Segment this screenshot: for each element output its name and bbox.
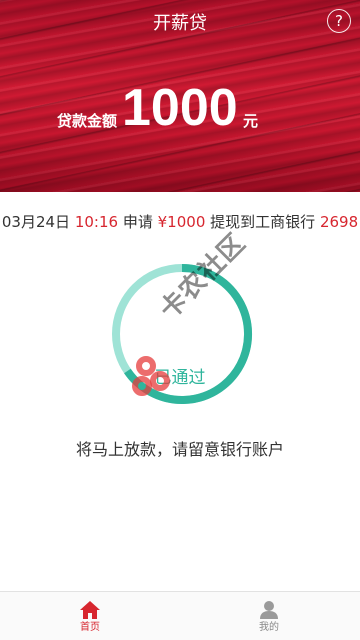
home-icon [80,601,100,619]
tab-home-label: 首页 [80,622,100,633]
bottom-tabbar: 首页 我的 [0,591,360,640]
tab-me[interactable]: 我的 [239,592,299,640]
application-summary: 03月24日 10:16 申请 ¥1000 提现到工商银行 2698 [0,210,360,234]
application-date: 03月24日 [1,213,71,231]
loan-amount-label: 贷款金额 [57,112,118,130]
application-amount: ¥1000 [157,213,206,231]
loan-amount-row: 贷款金额 1000 元 [0,78,360,138]
application-verb: 申请 [122,213,153,231]
application-time: 10:16 [74,213,119,231]
status-label: 已通过 [154,368,206,388]
tab-me-label: 我的 [259,622,279,633]
loan-amount-value: 1000 [122,79,238,137]
hero-banner: 开薪贷 ? 贷款金额 1000 元 [0,0,360,192]
question-circle-icon[interactable]: ? [327,9,351,33]
tab-home[interactable]: 首页 [60,592,120,640]
disbursement-notice: 将马上放款，请留意银行账户 [75,440,284,459]
user-icon [260,601,278,619]
card-last4: 2698 [319,213,359,231]
loan-amount-unit: 元 [243,112,259,130]
page-title: 开薪贷 [153,13,207,34]
